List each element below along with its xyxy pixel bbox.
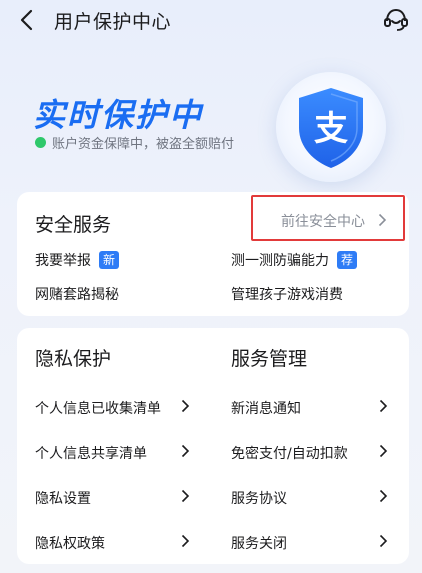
chevron-right-icon [181, 399, 190, 413]
protection-status-title: 实时保护中 [33, 96, 204, 134]
security-center-link-label: 前往安全中心 [281, 214, 365, 230]
privacy-item-policy[interactable]: 隐私权政策 [35, 533, 105, 553]
customer-service-icon[interactable] [382, 6, 410, 34]
privacy-item-collected-info[interactable]: 个人信息已收集清单 [35, 398, 161, 418]
report-fraud-label: 我要举报 [35, 253, 91, 269]
new-badge: 新 [99, 251, 120, 269]
service-item-agreement[interactable]: 服务协议 [231, 488, 287, 508]
recommend-badge: 荐 [337, 251, 358, 269]
chevron-right-icon [379, 489, 388, 503]
svg-text:支: 支 [314, 109, 348, 149]
protection-status-text: 账户资金保障中，被盗全额赔付 [52, 137, 235, 152]
anti-fraud-test-label: 测一测防骗能力 [231, 253, 329, 269]
gambling-tricks-label: 网赌套路揭秘 [35, 287, 119, 303]
chevron-right-icon [181, 444, 190, 458]
protection-status-subtitle: 账户资金保障中，被盗全额赔付 [35, 133, 234, 152]
back-arrow-icon[interactable] [16, 8, 40, 32]
privacy-item-settings[interactable]: 隐私设置 [35, 488, 91, 508]
privacy-protection-title: 隐私保护 [35, 348, 112, 370]
alipay-shield-icon: 支 [299, 88, 363, 168]
chevron-right-icon [181, 534, 190, 548]
child-game-spending-item[interactable]: 管理孩子游戏消费 [231, 284, 343, 304]
chevron-right-icon [379, 444, 388, 458]
chevron-right-icon [379, 534, 388, 548]
top-nav-bar: 用户保护中心 [0, 0, 422, 42]
privacy-and-service-card: 隐私保护 服务管理 个人信息已收集清单 个人信息共享清单 隐私设置 隐私权政策 … [17, 328, 409, 564]
shield-badge: 支 [276, 72, 386, 182]
service-management-title: 服务管理 [231, 348, 308, 370]
chevron-right-icon [379, 399, 388, 413]
service-item-auto-pay[interactable]: 免密支付/自动扣款 [231, 443, 348, 463]
service-item-message-notify[interactable]: 新消息通知 [231, 398, 301, 418]
page-title: 用户保护中心 [54, 11, 172, 33]
security-services-card: 安全服务 前往安全中心 我要举报 新 测一测防骗能力 荐 网赌套路揭秘 管理孩子… [17, 192, 409, 316]
status-dot-icon [35, 137, 46, 148]
chevron-right-icon [181, 489, 190, 503]
chevron-right-icon [378, 213, 387, 227]
privacy-item-shared-info[interactable]: 个人信息共享清单 [35, 443, 147, 463]
security-services-title: 安全服务 [35, 214, 112, 236]
anti-fraud-test-item[interactable]: 测一测防骗能力 荐 [231, 250, 358, 270]
go-to-security-center-link[interactable]: 前往安全中心 [251, 195, 405, 241]
child-game-spending-label: 管理孩子游戏消费 [231, 287, 343, 303]
report-fraud-item[interactable]: 我要举报 新 [35, 250, 120, 270]
service-item-close-service[interactable]: 服务关闭 [231, 533, 287, 553]
gambling-tricks-item[interactable]: 网赌套路揭秘 [35, 284, 119, 304]
